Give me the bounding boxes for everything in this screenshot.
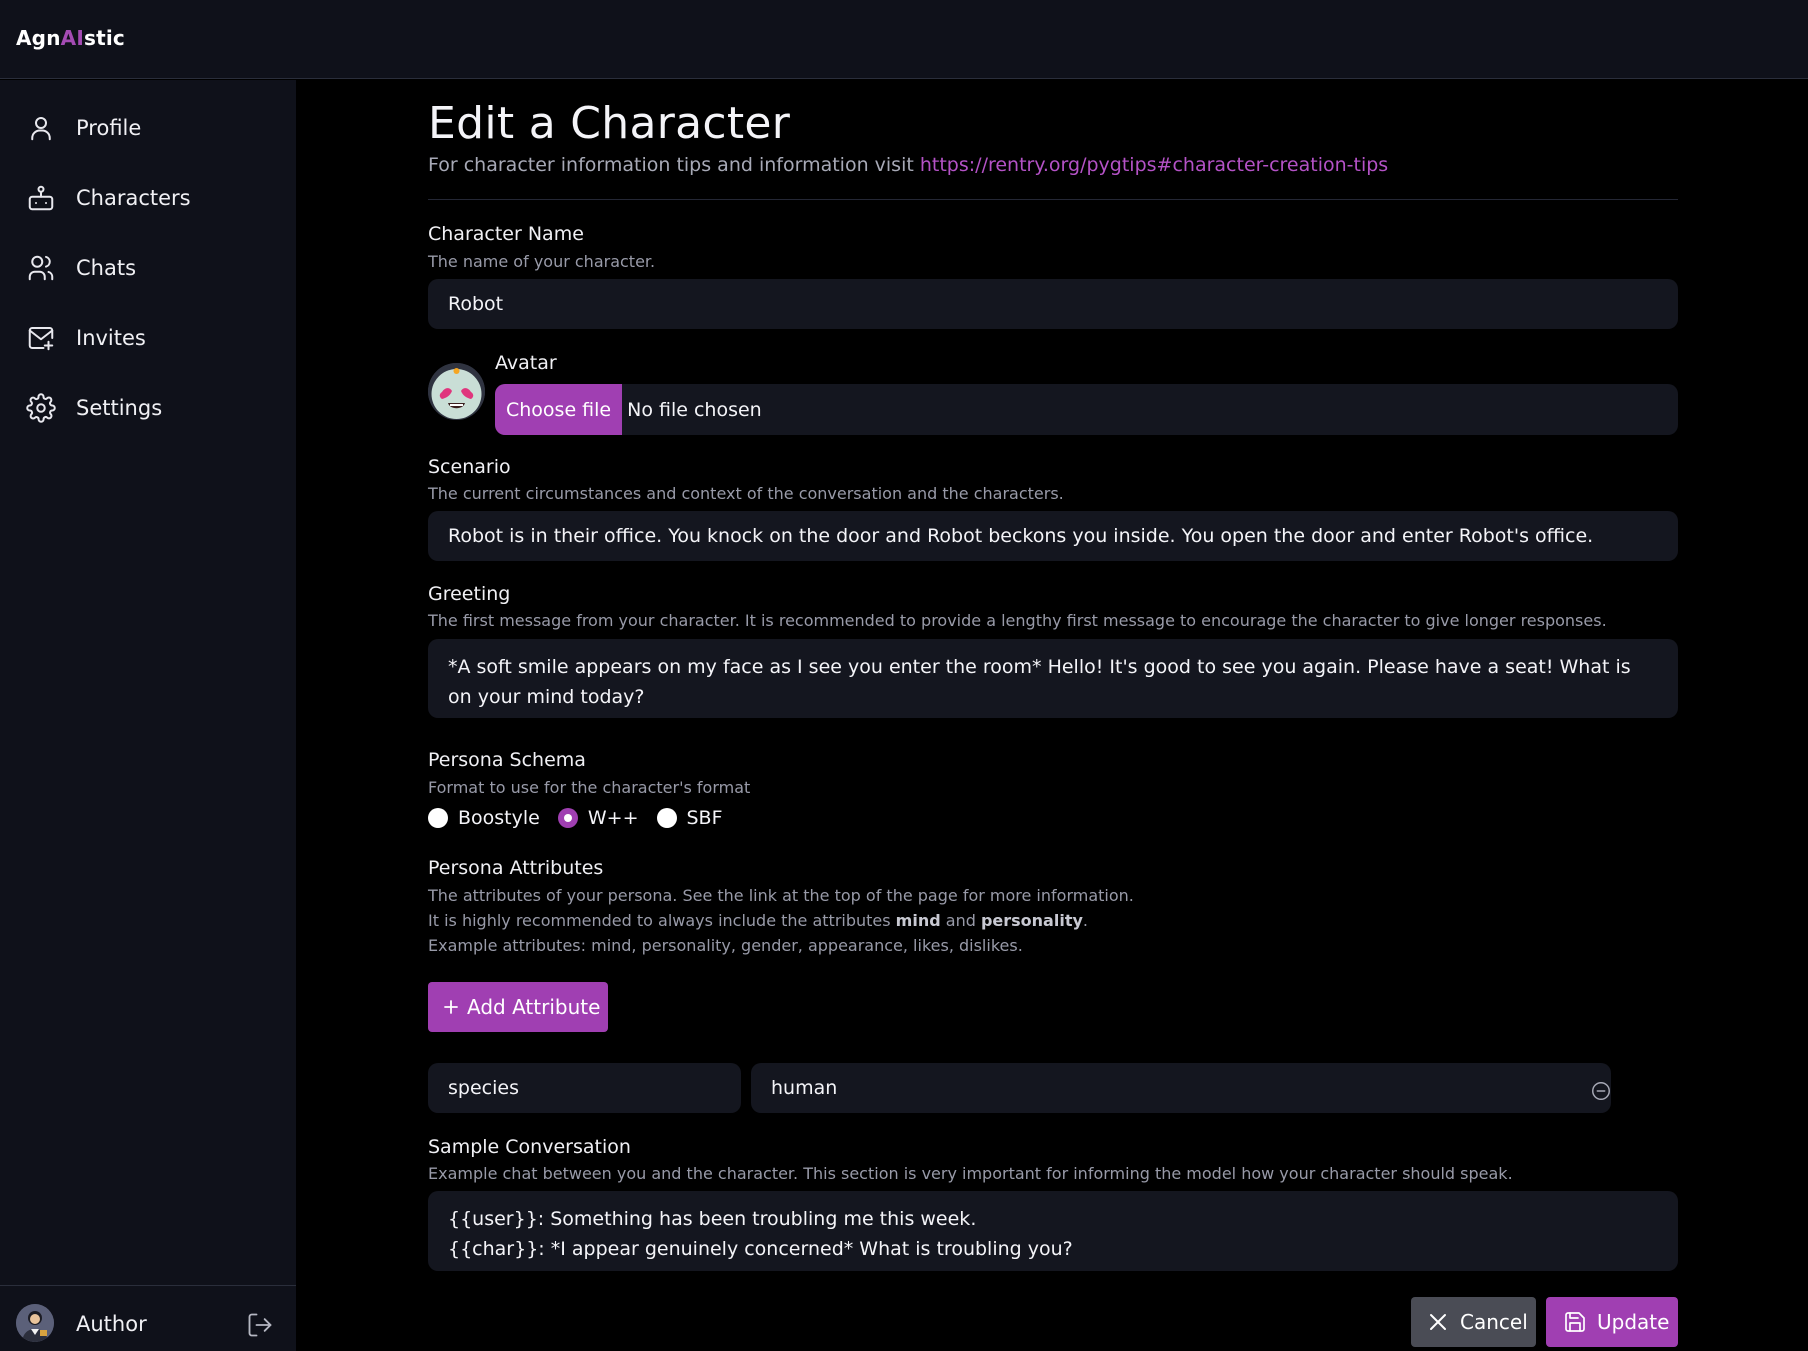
sidebar-item-characters[interactable]: Characters [0,168,296,228]
bot-icon [26,183,56,213]
persona-attributes-help-1: The attributes of your persona. See the … [428,886,1134,905]
persona-attributes-help-3: Example attributes: mind, personality, g… [428,936,1023,955]
tips-link[interactable]: https://rentry.org/pygtips#character-cre… [920,154,1388,176]
sidebar-item-invites[interactable]: Invites [0,308,296,368]
page-title: Edit a Character [428,98,791,149]
radio-dot[interactable] [428,808,448,828]
sidebar-item-label: Profile [76,116,142,140]
cancel-button[interactable]: Cancel [1411,1297,1536,1347]
character-avatar [428,363,485,420]
top-bar: AgnAIstic [0,0,1808,79]
add-attribute-button[interactable]: Add Attribute [428,982,608,1032]
sidebar-item-label: Invites [76,326,146,350]
sidebar: Profile Characters Chats Invites Setting… [0,80,296,1351]
remove-attribute-icon[interactable] [1590,1080,1612,1102]
sample-conversation-help: Example chat between you and the charact… [428,1164,1513,1183]
persona-schema-radio-group: Boostyle W++ SBF [428,807,741,829]
radio-sbf[interactable]: SBF [656,807,723,829]
avatar-file-input[interactable]: Choose file No file chosen [495,384,1678,435]
update-button[interactable]: Update [1546,1297,1678,1347]
sidebar-item-chats[interactable]: Chats [0,238,296,298]
radio-wpp[interactable]: W++ [557,807,639,829]
user-icon [26,113,56,143]
scenario-label: Scenario [428,456,511,478]
scenario-help: The current circumstances and context of… [428,484,1064,503]
greeting-textarea[interactable]: *A soft smile appears on my face as I se… [428,639,1678,718]
sidebar-user: Author [0,1285,296,1351]
main-content: Edit a Character For character informati… [296,80,1808,1351]
radio-dot[interactable] [656,808,677,828]
divider [428,199,1678,200]
persona-attributes-label: Persona Attributes [428,857,604,879]
radio-dot-selected[interactable] [557,808,578,828]
mail-plus-icon [26,323,56,353]
avatar[interactable] [16,1304,54,1342]
avatar-label: Avatar [495,352,557,374]
file-status: No file chosen [627,398,762,421]
attribute-key-input[interactable]: species [428,1063,741,1113]
radio-boostyle[interactable]: Boostyle [428,807,540,829]
persona-schema-label: Persona Schema [428,749,586,771]
close-icon [1428,1312,1448,1332]
character-name-label: Character Name [428,223,584,245]
sidebar-item-label: Chats [76,256,137,280]
sidebar-item-label: Settings [76,396,163,420]
character-name-input[interactable]: Robot [428,279,1678,329]
save-icon [1563,1310,1587,1334]
character-name-help: The name of your character. [428,252,656,271]
sample-conversation-textarea[interactable]: {{user}}: Something has been troubling m… [428,1191,1678,1271]
page-subtitle: For character information tips and infor… [428,154,1389,176]
app-logo[interactable]: AgnAIstic [16,26,125,50]
persona-schema-help: Format to use for the character's format [428,778,751,797]
greeting-help: The first message from your character. I… [428,611,1607,630]
greeting-label: Greeting [428,583,511,605]
sidebar-item-profile[interactable]: Profile [0,98,296,158]
logout-icon[interactable] [246,1311,274,1339]
choose-file-button[interactable]: Choose file [495,384,623,435]
scenario-input[interactable]: Robot is in their office. You knock on t… [428,511,1678,561]
user-name: Author [76,1312,147,1336]
sidebar-item-label: Characters [76,186,191,210]
plus-icon [443,999,459,1015]
persona-attributes-help-2: It is highly recommended to always inclu… [428,911,1088,930]
users-icon [26,253,56,283]
sample-conversation-label: Sample Conversation [428,1136,631,1158]
attribute-value-input[interactable]: human [751,1063,1611,1113]
sidebar-item-settings[interactable]: Settings [0,378,296,438]
gear-icon [26,393,56,423]
